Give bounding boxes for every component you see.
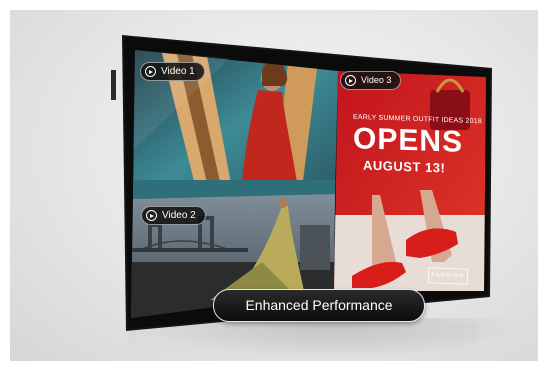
video-1-label: Video 1 (161, 66, 195, 77)
video-3-button[interactable]: Video 3 (340, 71, 402, 90)
video-1-button[interactable]: Video 1 (140, 62, 205, 81)
ad-date: AUGUST 13! (363, 157, 446, 176)
video-3-panel (334, 71, 486, 291)
play-icon (145, 66, 156, 77)
tv-side-button (111, 70, 116, 100)
video-2-button[interactable]: Video 2 (141, 206, 206, 225)
enhanced-performance-banner: Enhanced Performance (213, 289, 425, 322)
play-icon (146, 210, 157, 221)
video-3-label: Video 3 (361, 75, 392, 85)
video-2-label: Video 2 (162, 210, 196, 221)
fashion-logo: FASHION (428, 267, 468, 285)
play-icon (345, 75, 356, 86)
ad-headline: OPENS (353, 122, 464, 159)
